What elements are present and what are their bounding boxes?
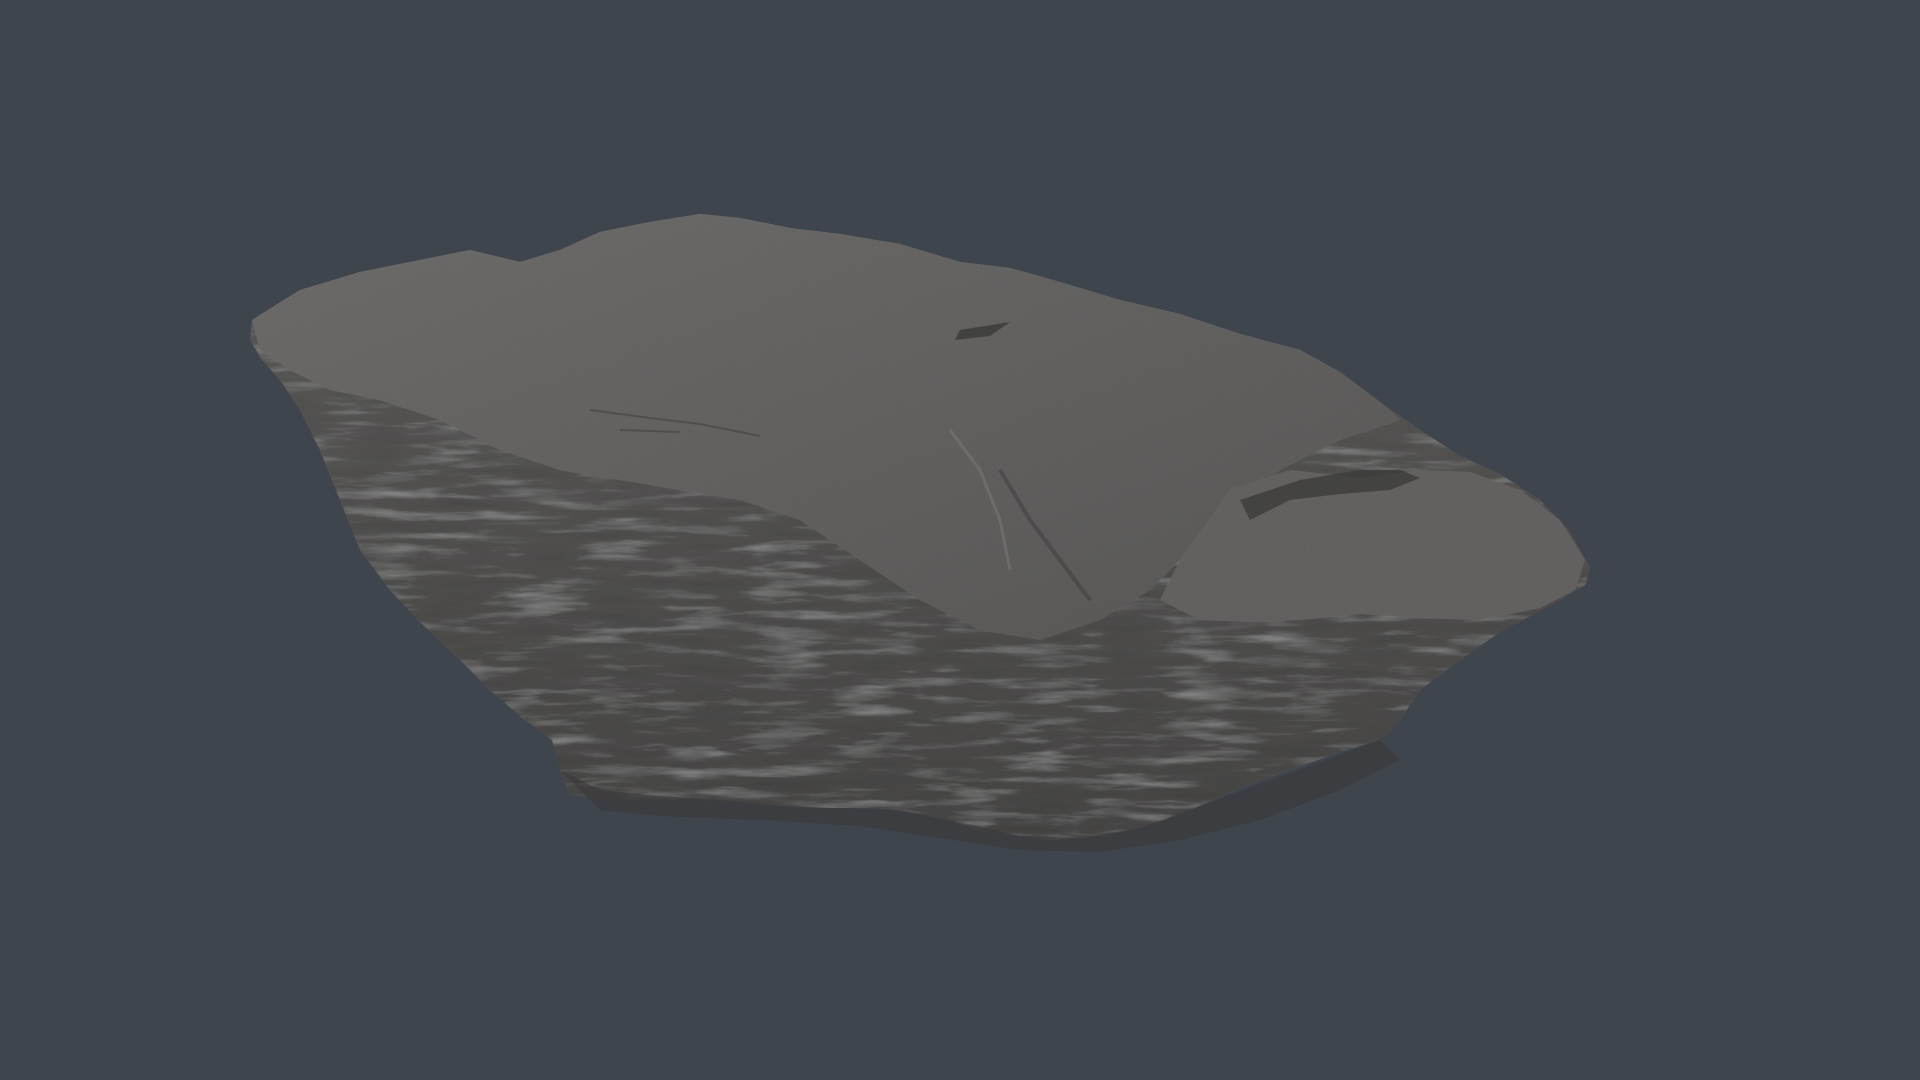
rock-model[interactable]: [250, 214, 1590, 852]
rock-canvas[interactable]: [0, 0, 1920, 1080]
3d-viewport[interactable]: [0, 0, 1920, 1080]
